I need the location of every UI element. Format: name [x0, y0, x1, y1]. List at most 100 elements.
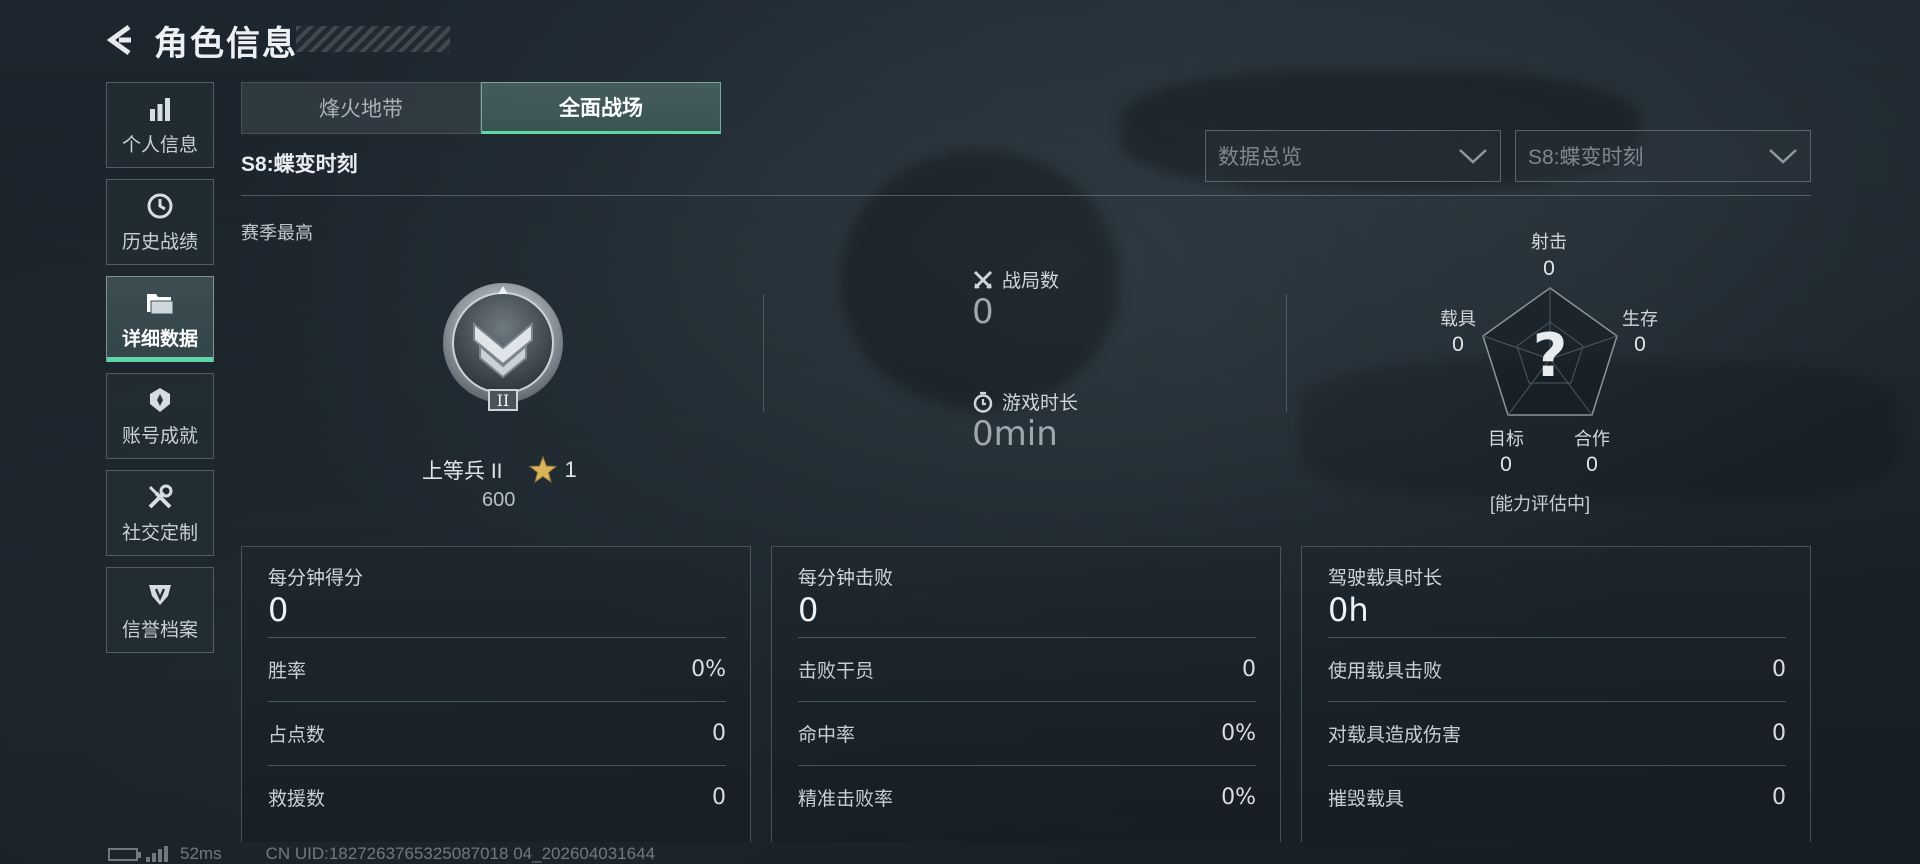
rank-badge-icon: II — [443, 283, 563, 411]
active-indicator — [107, 357, 213, 362]
stat-row-label: 摧毁载具 — [1328, 789, 1405, 810]
stat-row-label: 使用载具击败 — [1328, 661, 1443, 682]
playtime-value: 0min — [972, 414, 1058, 454]
stat-row-value: 0% — [1221, 721, 1256, 746]
stopwatch-icon — [973, 391, 993, 413]
chevron-down-icon — [1769, 149, 1797, 164]
ping-value: 52ms — [180, 844, 222, 863]
stat-row: 精准击败率 0% — [798, 765, 1256, 829]
sidebar-item-label: 信誉档案 — [121, 619, 198, 641]
panel-title: 每分钟得分 — [268, 568, 364, 589]
clock-history-icon — [145, 191, 175, 221]
stat-row-label: 命中率 — [798, 725, 856, 746]
back-button[interactable] — [104, 18, 140, 62]
tools-icon — [145, 482, 175, 512]
stat-row-value: 0 — [712, 785, 726, 810]
stat-row-value: 0 — [1242, 657, 1256, 682]
vertical-divider — [763, 294, 764, 412]
stat-row-label: 占点数 — [268, 725, 326, 746]
overview-dropdown[interactable]: 数据总览 — [1205, 130, 1501, 182]
stat-row-value: 0 — [1772, 657, 1786, 682]
playtime-label: 游戏时长 — [972, 388, 1078, 415]
credit-shield-icon — [145, 579, 175, 609]
star-icon — [528, 456, 557, 484]
signal-icon — [146, 846, 170, 862]
radar-value-shooting: 0 — [1543, 257, 1555, 280]
vehicle-panel: 驾驶载具时长 0h 使用载具击败 0 对载具造成伤害 0 摧毁载具 0 — [1301, 546, 1811, 842]
tab-warfare[interactable]: 全面战场 — [481, 82, 721, 134]
stat-row-value: 0% — [1221, 785, 1256, 810]
radar-label-objective: 目标 — [1488, 429, 1524, 449]
sidebar-item-match-history[interactable]: 历史战绩 — [106, 179, 214, 265]
sidebar-item-credit-record[interactable]: 信誉档案 — [106, 567, 214, 653]
ability-radar-chart: ? — [1482, 287, 1618, 416]
season-best-label: 赛季最高 — [241, 223, 313, 243]
dropdown-value: S8:蝶变时刻 — [1528, 146, 1644, 169]
vertical-divider — [1286, 294, 1287, 412]
radar-label-teamwork: 合作 — [1574, 429, 1610, 449]
sidebar: 个人信息 历史战绩 详细数据 账号成就 社交定制 信誉档案 — [106, 82, 216, 664]
radar-question-mark: ? — [1533, 321, 1568, 391]
sidebar-item-label: 账号成就 — [121, 425, 198, 447]
folder-icon — [145, 288, 175, 318]
stat-row: 摧毁载具 0 — [1328, 765, 1786, 829]
season-title: S8:蝶变时刻 — [241, 153, 358, 176]
radar-label-shooting: 射击 — [1531, 232, 1567, 252]
rank-score: 600 — [482, 489, 516, 511]
chevron-down-icon — [1459, 149, 1487, 164]
stat-row-label: 精准击败率 — [798, 789, 894, 810]
star-count: 1 — [564, 457, 577, 482]
page-title: 角色信息 — [154, 24, 298, 63]
page-header: 角色信息 — [104, 18, 298, 63]
rank-info: 上等兵 II 1 — [422, 455, 577, 485]
stat-row: 命中率 0% — [798, 701, 1256, 765]
achievement-icon — [145, 385, 175, 415]
stat-row: 占点数 0 — [268, 701, 726, 765]
sidebar-item-personal-info[interactable]: 个人信息 — [106, 82, 214, 168]
stat-row-label: 对载具造成伤害 — [1328, 725, 1462, 746]
rank-name: 上等兵 II — [422, 460, 503, 483]
sidebar-item-social-custom[interactable]: 社交定制 — [106, 470, 214, 556]
stat-row-label: 胜率 — [268, 661, 307, 682]
battery-icon — [108, 847, 141, 861]
panel-title: 驾驶载具时长 — [1328, 568, 1443, 589]
back-arrow-icon — [106, 24, 131, 56]
section-divider — [241, 195, 1811, 196]
bar-chart-icon — [145, 94, 175, 124]
title-decoration — [296, 26, 450, 52]
radar-label-survival: 生存 — [1622, 309, 1658, 329]
radar-value-survival: 0 — [1634, 333, 1646, 356]
tab-operations[interactable]: 烽火地带 — [241, 82, 481, 134]
stat-row-label: 救援数 — [268, 789, 326, 810]
status-footer: 52ms CN UID:1827263765325087018 04_20260… — [108, 844, 655, 864]
sidebar-item-label: 个人信息 — [121, 134, 198, 156]
stat-row-value: 0 — [712, 721, 726, 746]
stat-row-label: 击败干员 — [798, 661, 875, 682]
mode-tabs: 烽火地带 全面战场 — [241, 82, 721, 134]
panel-main-value: 0h — [1328, 591, 1369, 629]
dropdown-value: 数据总览 — [1218, 146, 1302, 169]
kills-panel: 每分钟击败 0 击败干员 0 命中率 0% 精准击败率 0% — [771, 546, 1281, 842]
season-dropdown[interactable]: S8:蝶变时刻 — [1515, 130, 1811, 182]
stat-row: 使用载具击败 0 — [1328, 637, 1786, 701]
panel-main-value: 0 — [268, 591, 289, 629]
rank-badge-numeral: II — [497, 391, 510, 410]
sidebar-item-label: 详细数据 — [121, 328, 198, 350]
panel-title: 每分钟击败 — [798, 568, 894, 589]
crossed-swords-icon — [973, 270, 993, 289]
stat-row: 胜率 0% — [268, 637, 726, 701]
playtime-label-text: 游戏时长 — [1002, 393, 1079, 414]
sidebar-item-label: 社交定制 — [121, 522, 198, 544]
radar-value-teamwork: 0 — [1586, 453, 1598, 476]
stat-row: 对载具造成伤害 0 — [1328, 701, 1786, 765]
game-screen: 角色信息 个人信息 历史战绩 详细数据 账号成就 社交定制 信誉档案 烽火地带 … — [0, 0, 1920, 864]
score-panel: 每分钟得分 0 胜率 0% 占点数 0 救援数 0 — [241, 546, 751, 842]
stat-row-value: 0 — [1772, 785, 1786, 810]
stat-row-value: 0 — [1772, 721, 1786, 746]
stat-row: 击败干员 0 — [798, 637, 1256, 701]
stat-row: 救援数 0 — [268, 765, 726, 829]
sidebar-item-detailed-data[interactable]: 详细数据 — [106, 276, 214, 362]
sidebar-item-label: 历史战绩 — [121, 231, 198, 253]
sidebar-item-achievements[interactable]: 账号成就 — [106, 373, 214, 459]
radar-value-vehicle: 0 — [1452, 333, 1464, 356]
